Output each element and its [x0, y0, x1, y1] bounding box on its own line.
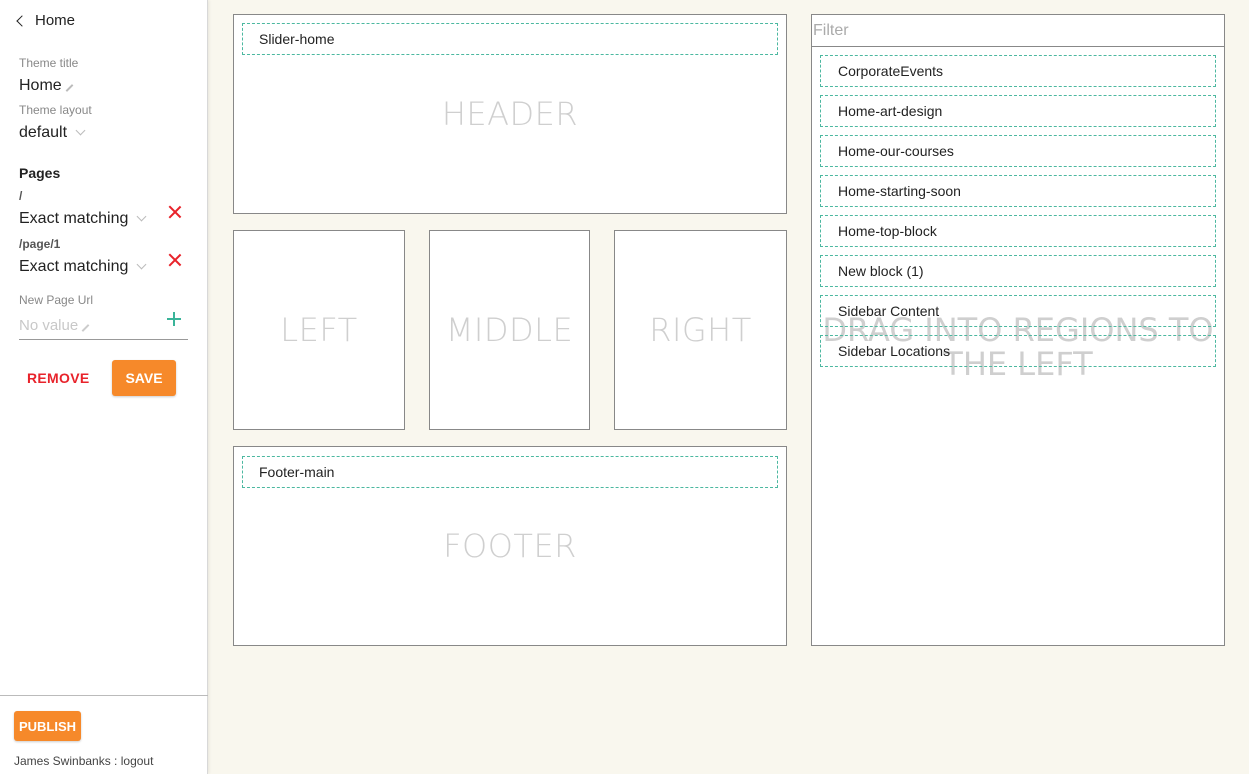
- available-block[interactable]: Home-our-courses: [820, 135, 1216, 167]
- chevron-down-icon: [136, 211, 147, 222]
- block-label: Sidebar Locations: [838, 343, 951, 359]
- block-label: Footer-main: [259, 464, 335, 480]
- middle-region-label: MIDDLE: [445, 311, 574, 349]
- block-label: Home-top-block: [838, 223, 937, 239]
- footer-region[interactable]: Footer-main FOOTER: [233, 446, 787, 646]
- page-matching-value: Exact matching: [19, 258, 129, 275]
- filter-placeholder: Filter: [813, 21, 849, 39]
- new-page-url-placeholder: No value: [19, 317, 79, 334]
- remove-page-icon[interactable]: [168, 205, 182, 219]
- add-page-plus-icon[interactable]: [167, 312, 181, 326]
- theme-title-label: Theme title: [19, 56, 79, 70]
- block-label: Home-art-design: [838, 103, 943, 119]
- back-label: Home: [35, 12, 76, 29]
- back-link[interactable]: Home: [16, 12, 76, 29]
- left-region[interactable]: LEFT: [233, 230, 405, 430]
- logout-link[interactable]: logout: [121, 754, 154, 768]
- block-label: CorporateEvents: [838, 63, 944, 79]
- available-block[interactable]: Home-art-design: [820, 95, 1216, 127]
- available-block[interactable]: CorporateEvents: [820, 55, 1216, 87]
- save-button[interactable]: SAVE: [112, 360, 176, 396]
- available-block[interactable]: Sidebar Content: [820, 295, 1216, 327]
- chevron-left-icon: [16, 15, 28, 27]
- right-region[interactable]: RIGHT: [614, 230, 787, 430]
- theme-layout-select[interactable]: default: [19, 124, 86, 142]
- theme-title-value: Home: [19, 77, 62, 94]
- sidebar-divider: [0, 695, 208, 696]
- left-region-label: LEFT: [280, 311, 358, 349]
- theme-layout-label: Theme layout: [19, 103, 92, 117]
- page-path: /: [19, 189, 23, 203]
- header-region-label: HEADER: [441, 95, 579, 133]
- region-block-slider-home[interactable]: Slider-home: [242, 23, 778, 55]
- remove-page-icon[interactable]: [168, 253, 182, 267]
- blocks-panel: Filter DRAG INTO REGIONS TO THE LEFT Cor…: [811, 14, 1225, 646]
- remove-button[interactable]: REMOVE: [27, 370, 89, 386]
- footer-region-label: FOOTER: [443, 527, 577, 565]
- pencil-icon: [65, 84, 74, 92]
- theme-layout-value: default: [19, 124, 68, 141]
- available-block[interactable]: Sidebar Locations: [820, 335, 1216, 367]
- user-separator: :: [110, 754, 121, 768]
- pencil-icon: [81, 323, 90, 332]
- available-block[interactable]: New block (1): [820, 255, 1216, 287]
- block-label: Slider-home: [259, 31, 335, 47]
- new-page-url-label: New Page Url: [19, 293, 94, 307]
- header-region[interactable]: Slider-home HEADER: [233, 14, 787, 214]
- right-region-label: RIGHT: [649, 311, 752, 349]
- page-matching-value: Exact matching: [19, 210, 129, 227]
- page-path: /page/1: [19, 237, 61, 251]
- block-label: New block (1): [838, 263, 924, 279]
- sidebar: Home Theme title Home Theme layout defau…: [0, 0, 208, 774]
- page-matching-select[interactable]: Exact matching: [19, 258, 147, 276]
- available-block[interactable]: Home-top-block: [820, 215, 1216, 247]
- block-label: Sidebar Content: [838, 303, 940, 319]
- publish-button[interactable]: PUBLISH: [14, 711, 81, 741]
- page-matching-select[interactable]: Exact matching: [19, 210, 147, 228]
- filter-input[interactable]: Filter: [812, 15, 1224, 47]
- user-name: James Swinbanks: [14, 754, 111, 768]
- available-block[interactable]: Home-starting-soon: [820, 175, 1216, 207]
- block-label: Home-starting-soon: [838, 183, 961, 199]
- user-line: James Swinbanks : logout: [14, 754, 153, 768]
- theme-title-field[interactable]: Home: [19, 77, 74, 95]
- pages-heading: Pages: [19, 165, 61, 181]
- middle-region[interactable]: MIDDLE: [429, 230, 590, 430]
- block-label: Home-our-courses: [838, 143, 954, 159]
- region-block-footer-main[interactable]: Footer-main: [242, 456, 778, 488]
- chevron-down-icon: [75, 125, 86, 136]
- new-page-url-input[interactable]: No value: [19, 312, 188, 340]
- chevron-down-icon: [136, 259, 147, 270]
